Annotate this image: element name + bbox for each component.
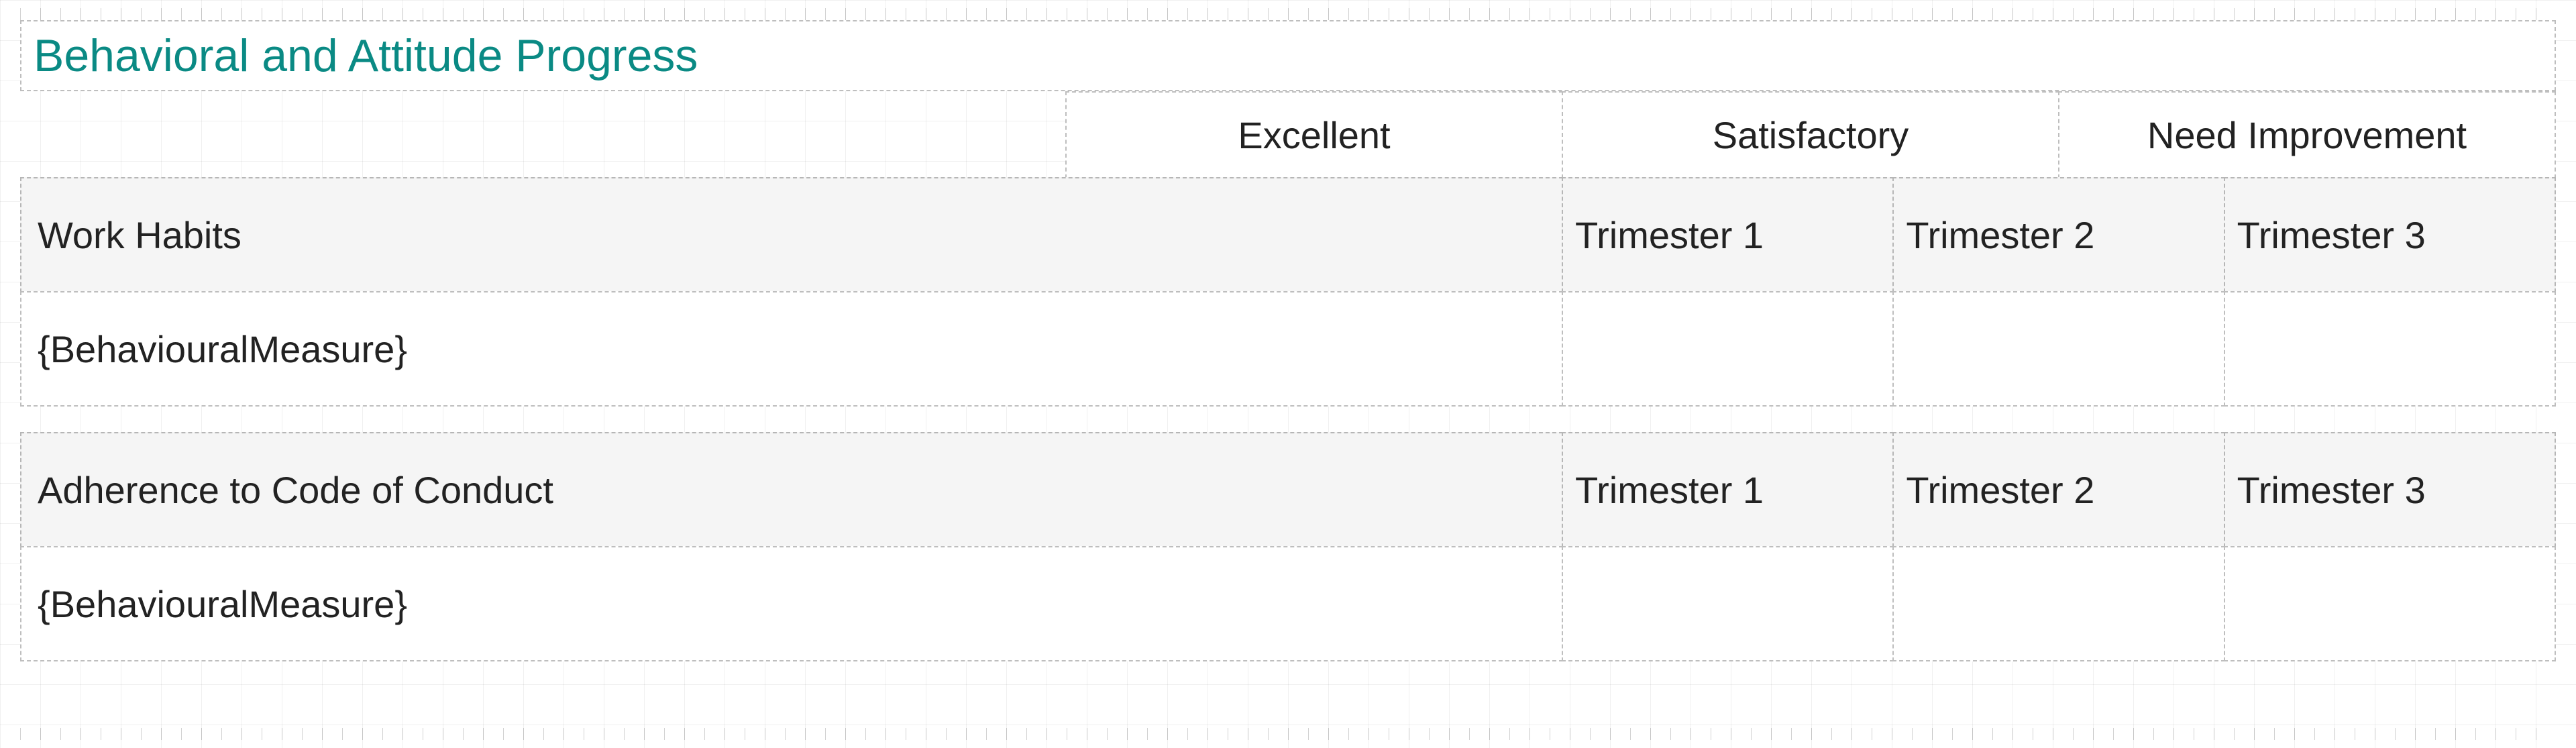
trimester-label: Trimester 3: [2237, 213, 2426, 257]
trimester-2-header-cell[interactable]: Trimester 2: [1892, 432, 2224, 547]
trimester-label: Trimester 1: [1575, 468, 1764, 512]
measure-field-placeholder: {BehaviouralMeasure}: [38, 327, 407, 371]
trimester-2-header-cell[interactable]: Trimester 2: [1892, 177, 2224, 292]
trimester-3-value-cell[interactable]: [2224, 546, 2556, 661]
rating-satisfactory-cell[interactable]: Satisfactory: [1562, 91, 2059, 178]
ruler-ticks-top: [20, 8, 2556, 20]
report-layout-group[interactable]: Behavioral and Attitude Progress Excelle…: [20, 20, 2556, 661]
trimester-label: Trimester 2: [1906, 468, 2094, 512]
section-label-text: Adherence to Code of Conduct: [38, 468, 553, 512]
section-gap: [20, 407, 2556, 433]
trimester-1-header-cell[interactable]: Trimester 1: [1562, 177, 1894, 292]
trimester-2-value-cell[interactable]: [1892, 291, 2224, 407]
measure-field-cell[interactable]: {BehaviouralMeasure}: [20, 291, 1563, 407]
section-title-text: Behavioral and Attitude Progress: [34, 30, 698, 81]
section-header-row: Work Habits Trimester 1 Trimester 2 Trim…: [20, 178, 2556, 292]
ruler-ticks-bottom: [20, 728, 2556, 740]
report-designer-canvas[interactable]: Behavioral and Attitude Progress Excelle…: [0, 0, 2576, 748]
trimester-1-value-cell[interactable]: [1562, 546, 1894, 661]
trimester-1-value-cell[interactable]: [1562, 291, 1894, 407]
measure-data-row: {BehaviouralMeasure}: [20, 292, 2556, 407]
rating-need-improvement-cell[interactable]: Need Improvement: [2058, 91, 2556, 178]
trimester-2-value-cell[interactable]: [1892, 546, 2224, 661]
trimester-label: Trimester 3: [2237, 468, 2426, 512]
rating-spacer: [20, 91, 1067, 178]
rating-satisfactory-label: Satisfactory: [1713, 113, 1909, 157]
trimester-label: Trimester 1: [1575, 213, 1764, 257]
measure-field-placeholder: {BehaviouralMeasure}: [38, 582, 407, 626]
trimester-label: Trimester 2: [1906, 213, 2094, 257]
measure-data-row: {BehaviouralMeasure}: [20, 547, 2556, 661]
trimester-1-header-cell[interactable]: Trimester 1: [1562, 432, 1894, 547]
rating-excellent-cell[interactable]: Excellent: [1065, 91, 1563, 178]
trimester-3-header-cell[interactable]: Trimester 3: [2224, 177, 2556, 292]
rating-header-row: Excellent Satisfactory Need Improvement: [20, 91, 2556, 178]
trimester-3-header-cell[interactable]: Trimester 3: [2224, 432, 2556, 547]
trimester-3-value-cell[interactable]: [2224, 291, 2556, 407]
section-code-of-conduct-label-cell[interactable]: Adherence to Code of Conduct: [20, 432, 1563, 547]
rating-excellent-label: Excellent: [1238, 113, 1390, 157]
rating-need-improvement-label: Need Improvement: [2147, 113, 2467, 157]
measure-field-cell[interactable]: {BehaviouralMeasure}: [20, 546, 1563, 661]
section-header-row: Adherence to Code of Conduct Trimester 1…: [20, 433, 2556, 547]
section-work-habits-label-cell[interactable]: Work Habits: [20, 177, 1563, 292]
section-title-cell[interactable]: Behavioral and Attitude Progress: [20, 20, 2556, 91]
section-label-text: Work Habits: [38, 213, 241, 257]
